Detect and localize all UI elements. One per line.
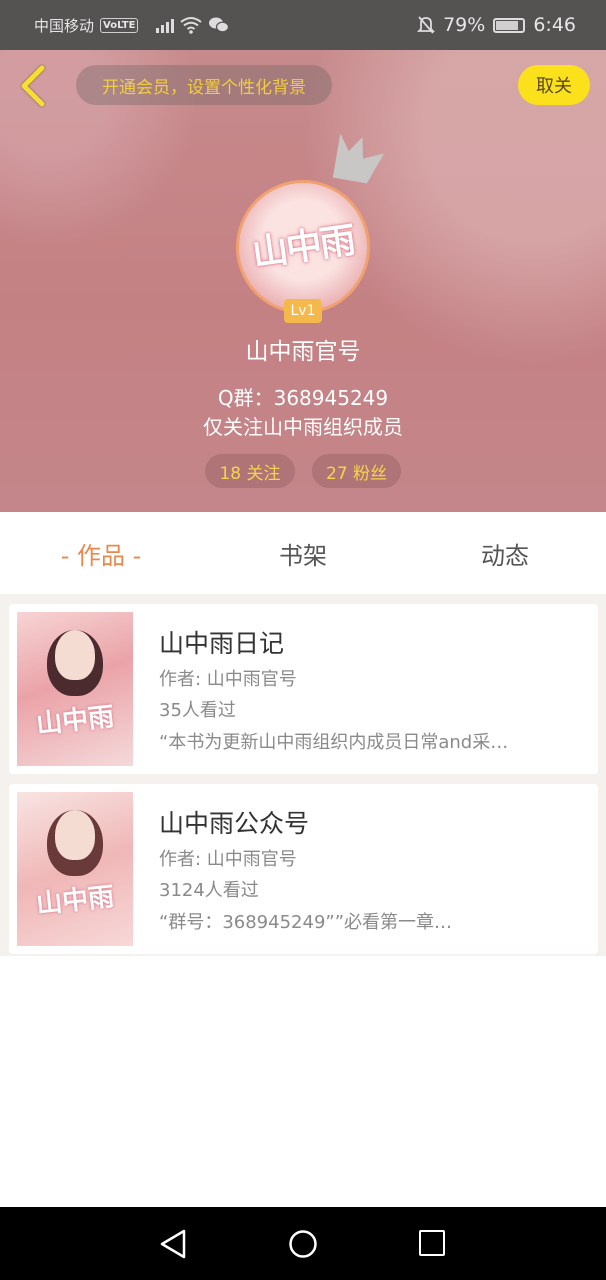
book-views: 35人看过 [159,700,236,721]
book-cover-title: 山中雨 [34,881,116,920]
book-cover: 山中雨 [17,792,133,946]
nav-recents-icon[interactable] [419,1230,445,1256]
tab-bar: - 作品 - 书架 动态 [0,512,606,594]
back-icon[interactable] [16,64,50,108]
list-item[interactable]: 山中雨 山中雨日记 作者: 山中雨官号 35人看过 “本书为更新山中雨组织内成员… [9,604,598,774]
profile-bio-line1: Q群：368945249 [217,386,389,410]
book-cover: 山中雨 [17,612,133,766]
status-bar: 中国移动 VoLTE 79% 6:46 [0,0,606,50]
tab-works[interactable]: - 作品 - [0,512,202,594]
system-nav-bar [0,1207,606,1280]
battery-icon [493,17,526,33]
book-author: 作者: 山中雨官号 [159,669,297,690]
book-author: 作者: 山中雨官号 [159,849,297,870]
volte-badge: VoLTE [100,17,139,33]
profile-name: 山中雨官号 [245,339,361,365]
tab-activity[interactable]: 动态 [404,512,606,594]
profile-header: 开通会员，设置个性化背景 取关 山中雨 Lv1 山中雨官号 Q群：3689452… [0,50,606,512]
battery-percent: 79% [443,14,486,36]
level-badge: Lv1 [284,299,322,323]
book-title: 山中雨日记 [159,629,285,658]
tab-bookshelf[interactable]: 书架 [202,512,404,594]
clock: 6:46 [533,14,576,36]
avatar[interactable]: 山中雨 [236,180,370,314]
profile-bio-line2: 仅关注山中雨组织成员 [203,415,403,439]
following-count-button[interactable]: 18 关注 [205,454,295,488]
unfollow-button[interactable]: 取关 [518,65,590,105]
avatar-logo-text: 山中雨 [249,219,357,275]
book-views: 3124人看过 [159,880,259,901]
list-item[interactable]: 山中雨 山中雨公众号 作者: 山中雨官号 3124人看过 “群号：3689452… [9,784,598,954]
customize-background-button[interactable]: 开通会员，设置个性化背景 [76,65,332,105]
nav-back-icon[interactable] [158,1228,188,1260]
nav-home-icon[interactable] [288,1229,318,1259]
wifi-icon [180,17,203,34]
book-cover-title: 山中雨 [34,701,116,740]
book-description: “本书为更新山中雨组织内成员日常and采… [159,732,509,753]
carrier-label: 中国移动 [34,16,95,35]
fans-count-button[interactable]: 27 粉丝 [312,454,401,488]
mute-bell-icon [417,16,436,34]
book-title: 山中雨公众号 [159,809,310,838]
book-description: “群号：368945249””必看第一章… [159,912,453,933]
wechat-icon [209,17,230,33]
signal-icon [156,17,175,33]
